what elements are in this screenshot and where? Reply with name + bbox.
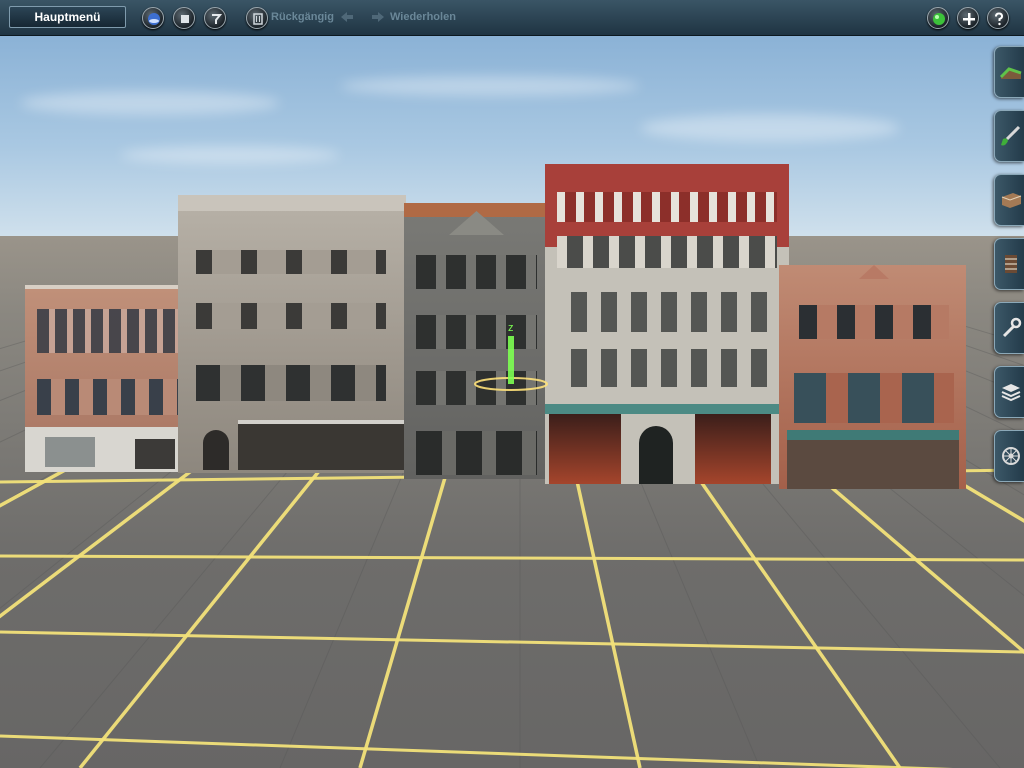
- redo-button[interactable]: Wiederholen: [390, 11, 456, 23]
- green-indicator-icon: [933, 13, 945, 25]
- redo-arrow-icon: [372, 12, 384, 22]
- main-menu-button[interactable]: Hauptmenü: [9, 6, 126, 28]
- wrench-icon: [1002, 317, 1022, 338]
- layers-icon: [1001, 384, 1021, 402]
- globe-icon: [148, 13, 160, 25]
- major-grid-line: [0, 630, 1024, 654]
- top-toolbar: Hauptmenü Rückgängig Wiederholen: [0, 0, 1024, 36]
- add-button[interactable]: [957, 7, 979, 29]
- building-grey-stone[interactable]: [178, 195, 406, 473]
- status-indicator-button[interactable]: [927, 7, 949, 29]
- paint-brush-icon: [1001, 125, 1021, 146]
- delete-button[interactable]: [246, 7, 268, 29]
- query-button[interactable]: [204, 7, 226, 29]
- terrain-icon: [999, 67, 1022, 79]
- settings-tool-tab[interactable]: [994, 302, 1024, 354]
- query-icon: [212, 14, 223, 24]
- undo-arrow-icon: [341, 12, 353, 22]
- stop-button[interactable]: [173, 7, 195, 29]
- undo-button[interactable]: Rückgängig: [271, 11, 334, 23]
- track-icon: [1005, 255, 1017, 273]
- building-red-brick-right[interactable]: [779, 265, 966, 489]
- major-grid-line: [0, 734, 953, 768]
- driver-tool-tab[interactable]: [994, 430, 1024, 482]
- paint-tool-tab[interactable]: [994, 110, 1024, 162]
- layers-tool-tab[interactable]: [994, 366, 1024, 418]
- wheel-icon: [1002, 447, 1020, 465]
- terrain-tool-tab[interactable]: [994, 46, 1024, 98]
- world-viewport[interactable]: z: [0, 36, 1024, 768]
- object-block-icon: [1001, 193, 1022, 208]
- gizmo-axis-label: z: [508, 322, 514, 334]
- bin-icon: [253, 13, 263, 25]
- stop-icon: [181, 15, 189, 23]
- help-icon: [995, 12, 1004, 26]
- transform-gizmo[interactable]: z: [470, 316, 560, 396]
- objects-tool-tab[interactable]: [994, 174, 1024, 226]
- track-tool-tab[interactable]: [994, 238, 1024, 290]
- building-red-brick-left[interactable]: [25, 285, 195, 472]
- major-grid-line: [0, 554, 1024, 562]
- globe-button[interactable]: [142, 7, 164, 29]
- add-icon: [963, 13, 975, 25]
- help-button[interactable]: [987, 7, 1009, 29]
- building-red-white-ornate[interactable]: [545, 164, 789, 484]
